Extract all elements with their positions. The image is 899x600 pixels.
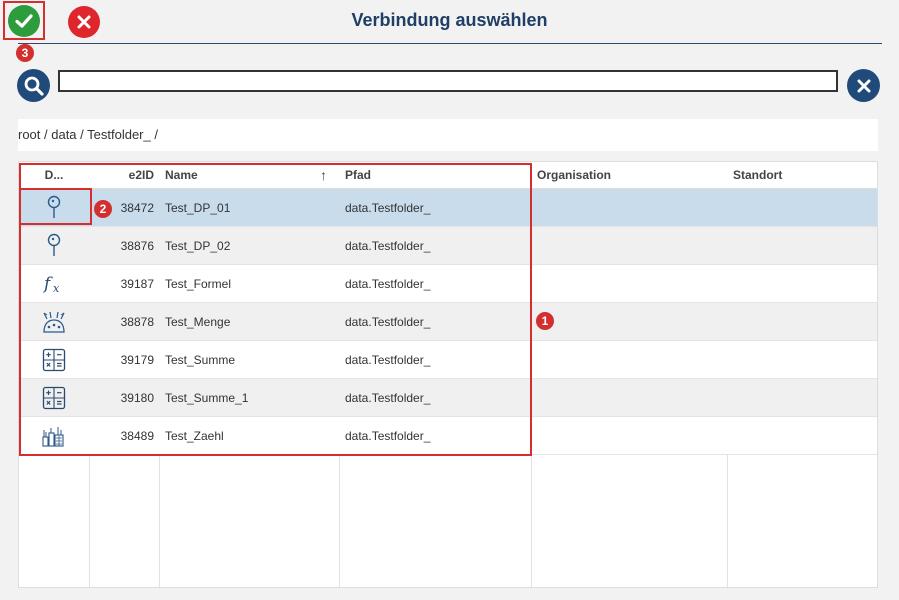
row-pfad: data.Testfolder_	[345, 391, 431, 405]
table-row[interactable]: 38472 Test_DP_01 data.Testfolder_	[19, 189, 877, 227]
row-organisation	[532, 379, 726, 417]
search-button[interactable]	[17, 69, 50, 102]
row-name: Test_Zaehl	[165, 429, 224, 443]
row-standort	[728, 303, 877, 341]
table-row[interactable]: 38878 Test_Menge data.Testfolder_	[19, 303, 877, 341]
row-pfad: data.Testfolder_	[345, 429, 431, 443]
dialog-titlebar: Verbindung auswählen	[0, 0, 899, 44]
row-type-cell	[19, 189, 89, 227]
row-standort	[728, 265, 877, 303]
title-divider	[18, 43, 882, 44]
row-organisation	[532, 417, 726, 455]
row-e2id: 38876	[120, 239, 154, 253]
row-name: Test_DP_01	[165, 201, 231, 215]
row-name: Test_Summe	[165, 353, 236, 367]
table-row[interactable]: 39180 Test_Summe_1 data.Testfolder_	[19, 379, 877, 417]
search-icon	[24, 76, 44, 96]
row-name: Test_Menge	[165, 315, 231, 329]
row-e2id: 39179	[120, 353, 154, 367]
column-header-standort[interactable]: Standort	[728, 162, 877, 189]
row-organisation	[532, 189, 726, 227]
clear-search-button[interactable]	[847, 69, 880, 102]
row-type-cell	[19, 303, 89, 341]
row-e2id: 39180	[120, 391, 154, 405]
svg-text:x: x	[53, 282, 60, 295]
row-organisation	[532, 303, 726, 341]
row-pfad: data.Testfolder_	[345, 239, 431, 253]
table-row[interactable]: 38876 Test_DP_02 data.Testfolder_	[19, 227, 877, 265]
table-row[interactable]: 39179 Test_Summe data.Testfolder_	[19, 341, 877, 379]
row-name: Test_DP_02	[165, 239, 231, 253]
row-type-cell	[19, 417, 89, 455]
close-icon	[77, 15, 91, 29]
row-standort	[728, 379, 877, 417]
row-name: Test_Formel	[165, 277, 232, 291]
table-row[interactable]: 38489 Test_Zaehl data.Testfolder_	[19, 417, 877, 455]
table-row[interactable]: f x 39187 Test_Formel data.Testfolder_	[19, 265, 877, 303]
row-standort	[728, 417, 877, 455]
row-standort	[728, 227, 877, 265]
row-standort	[728, 189, 877, 227]
datapoint-pin-icon	[47, 195, 61, 218]
table-header: D... e2ID Name ↑ Pfad Organisation Stand…	[19, 162, 877, 189]
annotation-badge-2: 2	[94, 200, 112, 218]
column-header-pfad[interactable]: Pfad	[340, 162, 530, 189]
column-header-e2id[interactable]: e2ID	[89, 162, 159, 189]
breadcrumb: root / data / Testfolder_ /	[18, 119, 878, 151]
row-organisation	[532, 265, 726, 303]
row-type-cell	[19, 227, 89, 265]
row-pfad: data.Testfolder_	[345, 315, 431, 329]
row-pfad: data.Testfolder_	[345, 277, 431, 291]
calculator-icon	[42, 386, 66, 410]
row-standort	[728, 341, 877, 379]
annotation-badge-1: 1	[536, 312, 554, 330]
meter-counter-icon	[42, 427, 64, 447]
row-type-cell	[19, 379, 89, 417]
annotation-badge-3: 3	[16, 44, 34, 62]
row-pfad: data.Testfolder_	[345, 201, 431, 215]
formula-icon: f x	[43, 274, 60, 295]
row-organisation	[532, 227, 726, 265]
row-pfad: data.Testfolder_	[345, 353, 431, 367]
column-header-name[interactable]: Name	[160, 162, 300, 189]
svg-text:f: f	[43, 274, 53, 294]
cancel-button[interactable]	[68, 6, 100, 38]
row-e2id: 38489	[120, 429, 154, 443]
datapoint-pin-icon	[47, 233, 61, 256]
row-name: Test_Summe_1	[165, 391, 249, 405]
column-header-organisation[interactable]: Organisation	[532, 162, 722, 189]
column-header-type[interactable]: D...	[19, 162, 89, 189]
row-type-cell: f x	[19, 265, 89, 303]
sort-ascending-icon[interactable]: ↑	[315, 162, 335, 189]
row-type-cell	[19, 341, 89, 379]
row-e2id: 39187	[120, 277, 154, 291]
calculator-icon	[42, 348, 66, 372]
dialog-title: Verbindung auswählen	[351, 10, 548, 30]
search-input[interactable]	[58, 70, 838, 92]
confirm-highlight-frame	[3, 1, 45, 40]
clear-icon	[857, 79, 870, 92]
row-organisation	[532, 341, 726, 379]
connection-table: D... e2ID Name ↑ Pfad Organisation Stand…	[18, 161, 878, 588]
quantity-icon	[43, 311, 65, 333]
row-e2id: 38878	[120, 315, 154, 329]
